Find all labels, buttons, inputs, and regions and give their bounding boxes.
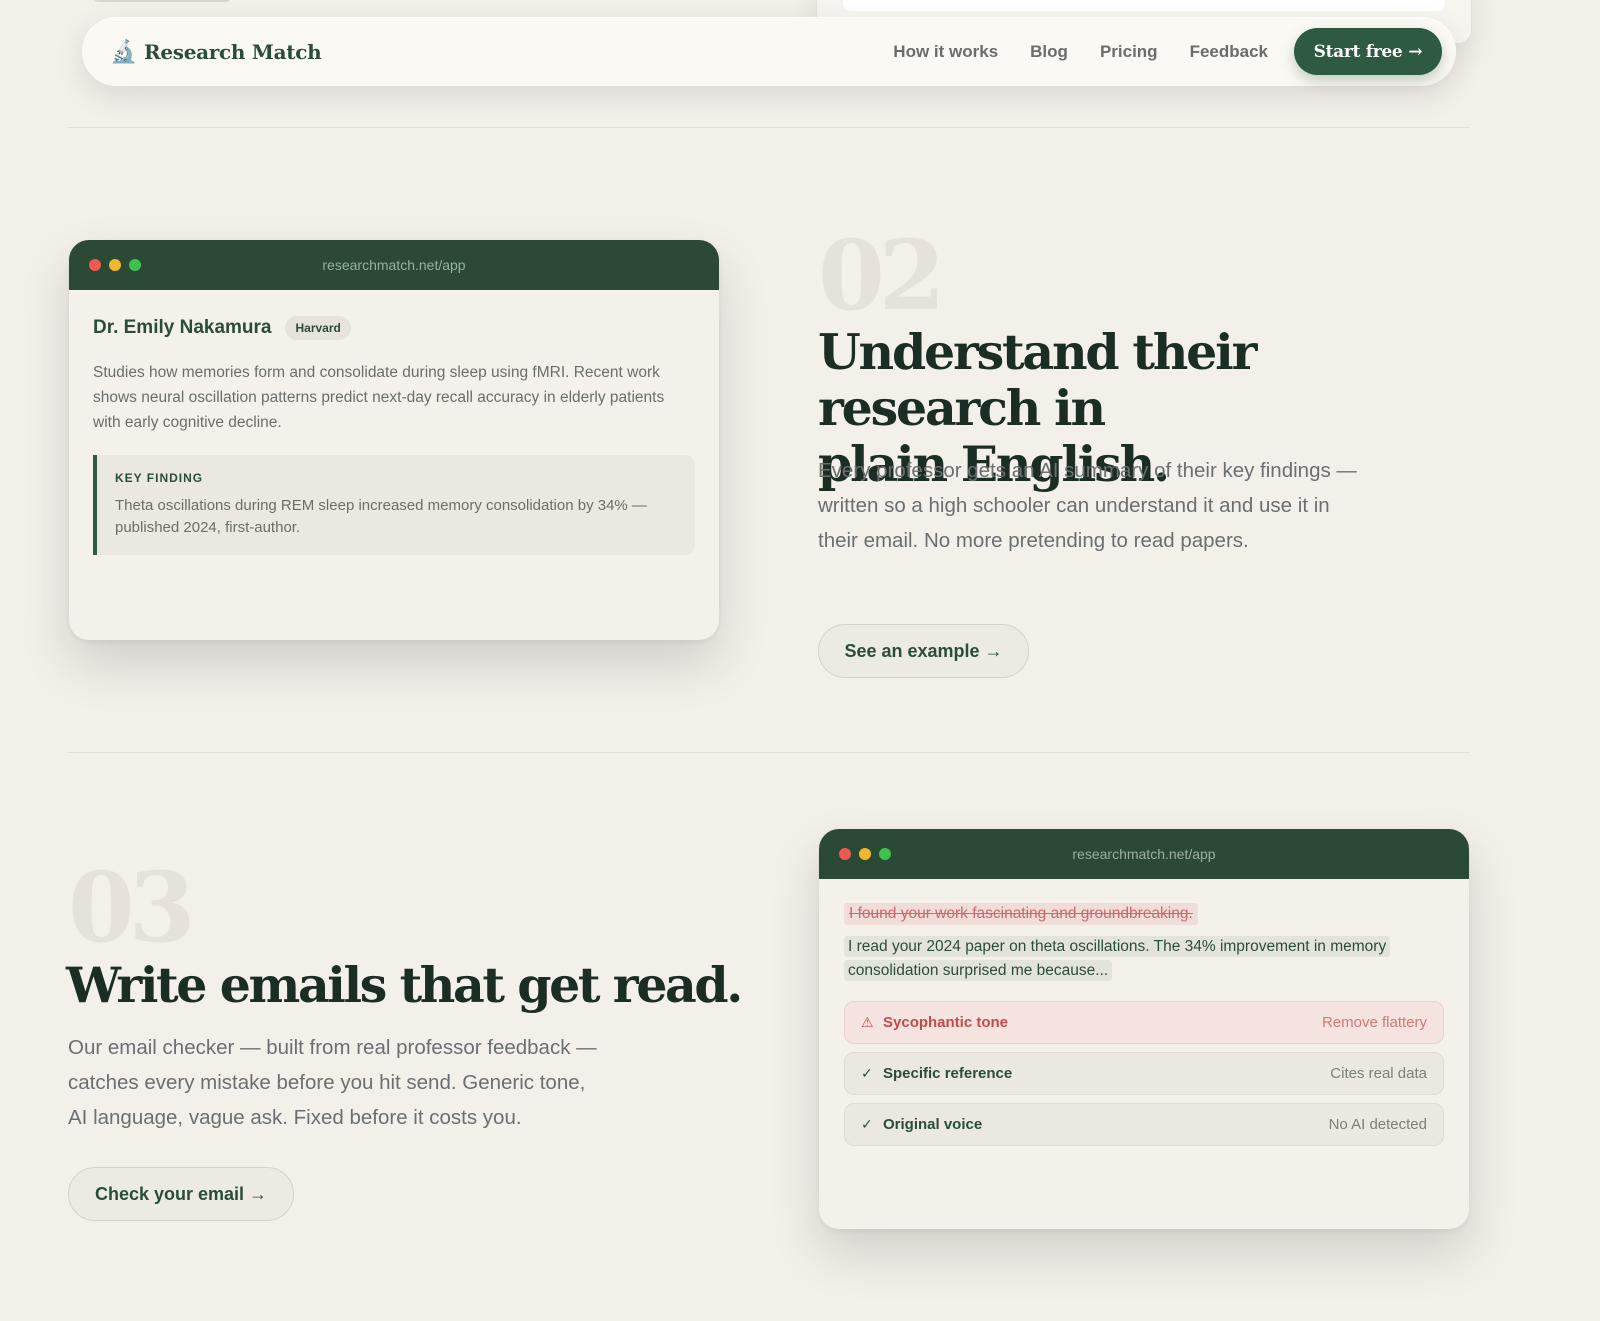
- checkmark-icon: ✓: [861, 1065, 873, 1081]
- maximize-dot-icon: [129, 259, 141, 271]
- section2-lead: Every professor gets an AI summary of th…: [818, 459, 1357, 552]
- start-free-button[interactable]: Start free →: [1294, 28, 1442, 75]
- check-meta: Cites real data: [1330, 1065, 1427, 1082]
- check-label: Specific reference: [883, 1065, 1013, 1082]
- check-original-voice: ✓ Original voice No AI detected: [844, 1103, 1444, 1146]
- brand-name: Research Match: [144, 39, 322, 64]
- arrow-right-icon: →: [1408, 41, 1423, 62]
- email-checker-window: researchmatch.net/app I found your work …: [819, 829, 1469, 1229]
- window-body: Dr. Emily Nakamura Harvard Studies how m…: [69, 290, 719, 581]
- check-sycophantic-tone: ⚠ Sycophantic tone Remove flattery: [844, 1001, 1444, 1044]
- window-url: researchmatch.net/app: [322, 257, 466, 273]
- minimize-dot-icon: [859, 848, 871, 860]
- key-finding-text: Theta oscillations during REM sleep incr…: [115, 497, 647, 536]
- close-dot-icon: [839, 848, 851, 860]
- nav-links: How it works Blog Pricing Feedback: [893, 17, 1268, 86]
- institution-badge: Harvard: [285, 316, 351, 340]
- professor-header: Dr. Emily Nakamura Harvard: [93, 316, 695, 340]
- nav-link-feedback[interactable]: Feedback: [1190, 42, 1268, 62]
- checkmark-icon: ✓: [861, 1116, 873, 1132]
- previous-section-card-inner: [843, 0, 1445, 11]
- top-navigation: 🔬 Research Match How it works Blog Prici…: [82, 17, 1456, 86]
- nav-link-blog[interactable]: Blog: [1030, 42, 1068, 62]
- check-label: Sycophantic tone: [883, 1014, 1009, 1031]
- brand-logo[interactable]: 🔬 Research Match: [110, 17, 322, 86]
- warning-icon: ⚠: [861, 1014, 874, 1030]
- nav-link-how-it-works[interactable]: How it works: [893, 42, 998, 62]
- professor-summary-window: researchmatch.net/app Dr. Emily Nakamura…: [69, 240, 719, 640]
- check-specific-reference: ✓ Specific reference Cites real data: [844, 1052, 1444, 1095]
- section-divider: [68, 127, 1470, 128]
- section3-headline: Write emails that get read.: [66, 956, 743, 1014]
- section-number-03: 03: [68, 851, 196, 964]
- maximize-dot-icon: [879, 848, 891, 860]
- window-title-bar: researchmatch.net/app: [819, 829, 1469, 879]
- check-email-button[interactable]: Check your email →: [68, 1167, 294, 1221]
- window-controls: [89, 259, 141, 271]
- key-finding-box: KEY FINDING Theta oscillations during RE…: [93, 455, 695, 555]
- close-dot-icon: [89, 259, 101, 271]
- section3-lead: Our email checker — built from real prof…: [68, 1036, 597, 1129]
- nav-link-pricing[interactable]: Pricing: [1100, 42, 1158, 62]
- window-body: I found your work fascinating and ground…: [819, 879, 1469, 1170]
- improved-sentence-text: I read your 2024 paper on theta oscillat…: [844, 936, 1391, 981]
- check-meta: No AI detected: [1328, 1116, 1427, 1133]
- improved-sentence: I read your 2024 paper on theta oscillat…: [844, 935, 1444, 983]
- window-controls: [839, 848, 891, 860]
- start-free-label: Start free: [1313, 41, 1403, 62]
- window-url: researchmatch.net/app: [1072, 846, 1216, 862]
- previous-section-pill: [92, 0, 232, 2]
- check-label: Original voice: [883, 1116, 983, 1133]
- email-checks-list: ⚠ Sycophantic tone Remove flattery ✓ Spe…: [844, 1001, 1444, 1146]
- section-number-02: 02: [818, 219, 946, 332]
- check-meta: Remove flattery: [1321, 1014, 1427, 1031]
- section2-headline-line1: Understand their research in: [818, 323, 1257, 437]
- minimize-dot-icon: [109, 259, 121, 271]
- window-title-bar: researchmatch.net/app: [69, 240, 719, 290]
- struck-sentence: I found your work fascinating and ground…: [844, 903, 1198, 925]
- section-divider: [68, 752, 1470, 753]
- microscope-icon: 🔬: [110, 38, 138, 64]
- professor-description: Studies how memories form and consolidat…: [93, 364, 665, 431]
- key-finding-label: KEY FINDING: [115, 471, 204, 485]
- professor-name: Dr. Emily Nakamura: [93, 317, 272, 338]
- see-example-button[interactable]: See an example →: [818, 624, 1029, 678]
